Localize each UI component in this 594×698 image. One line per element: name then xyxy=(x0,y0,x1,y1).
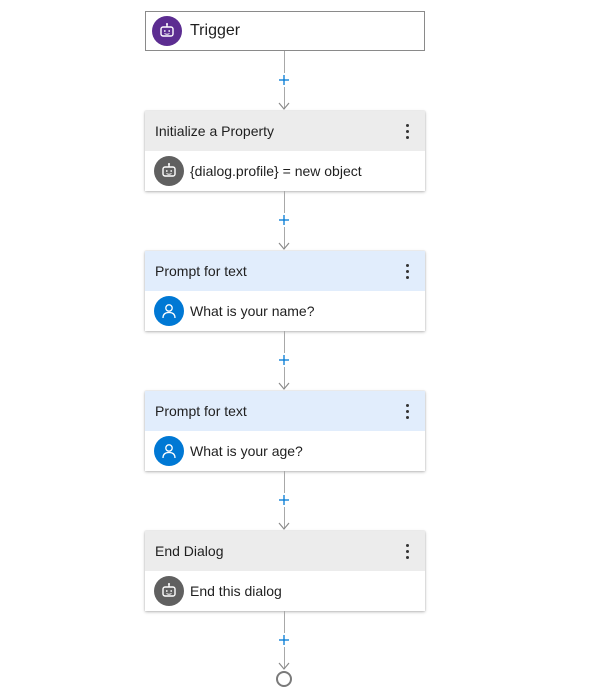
more-options-icon[interactable] xyxy=(399,540,415,562)
action-node-end-dialog[interactable]: End Dialog End this dialog xyxy=(145,531,425,611)
action-body: What is your age? xyxy=(145,431,425,471)
action-body: What is your name? xyxy=(145,291,425,331)
arrow-down-icon xyxy=(278,242,290,250)
plus-icon xyxy=(279,75,289,85)
arrow-down-icon xyxy=(278,522,290,530)
plus-icon xyxy=(279,215,289,225)
flow-canvas: Trigger Initialize a Property {dialog.pr… xyxy=(0,0,594,698)
action-header: Initialize a Property xyxy=(145,111,425,151)
action-title: Initialize a Property xyxy=(155,123,275,139)
more-options-icon[interactable] xyxy=(399,260,415,282)
action-title: Prompt for text xyxy=(155,263,247,279)
action-node-initialize-property[interactable]: Initialize a Property {dialog.profile} =… xyxy=(145,111,425,191)
flow-end-node xyxy=(276,671,292,687)
add-step-button[interactable] xyxy=(277,633,291,647)
bot-icon xyxy=(152,16,182,46)
arrow-down-icon xyxy=(278,382,290,390)
action-header: Prompt for text xyxy=(145,251,425,291)
arrow-down-icon xyxy=(278,662,290,670)
action-body: {dialog.profile} = new object xyxy=(145,151,425,191)
action-text: End this dialog xyxy=(190,583,282,599)
action-title: End Dialog xyxy=(155,543,224,559)
action-text: What is your name? xyxy=(190,303,315,319)
action-node-prompt-name[interactable]: Prompt for text What is your name? xyxy=(145,251,425,331)
user-icon xyxy=(154,436,184,466)
add-step-button[interactable] xyxy=(277,213,291,227)
plus-icon xyxy=(279,635,289,645)
arrow-down-icon xyxy=(278,102,290,110)
trigger-label: Trigger xyxy=(190,22,241,39)
action-text: {dialog.profile} = new object xyxy=(190,163,362,179)
add-step-button[interactable] xyxy=(277,73,291,87)
user-icon xyxy=(154,296,184,326)
more-options-icon[interactable] xyxy=(399,120,415,142)
bot-icon xyxy=(154,156,184,186)
action-header: Prompt for text xyxy=(145,391,425,431)
plus-icon xyxy=(279,495,289,505)
more-options-icon[interactable] xyxy=(399,400,415,422)
action-text: What is your age? xyxy=(190,443,303,459)
action-body: End this dialog xyxy=(145,571,425,611)
plus-icon xyxy=(279,355,289,365)
action-node-prompt-age[interactable]: Prompt for text What is your age? xyxy=(145,391,425,471)
add-step-button[interactable] xyxy=(277,493,291,507)
add-step-button[interactable] xyxy=(277,353,291,367)
action-title: Prompt for text xyxy=(155,403,247,419)
trigger-node[interactable]: Trigger xyxy=(145,11,425,51)
action-header: End Dialog xyxy=(145,531,425,571)
bot-icon xyxy=(154,576,184,606)
